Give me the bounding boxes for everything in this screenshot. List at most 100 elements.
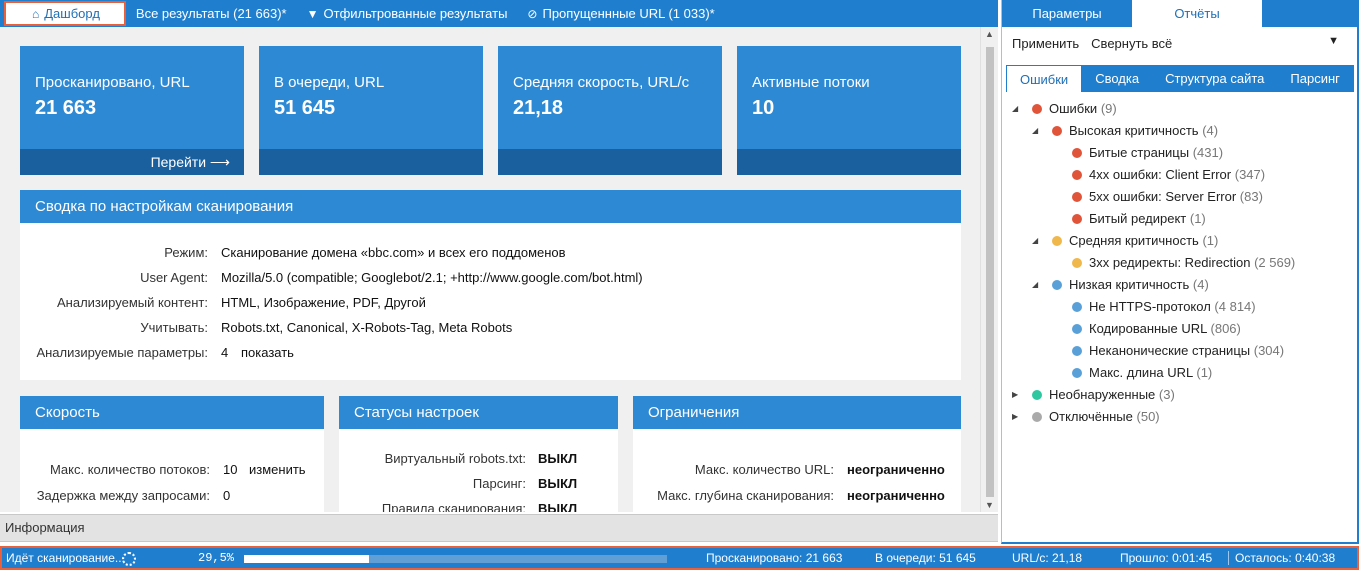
speed-key: Макс. количество потоков:	[49, 462, 210, 477]
collapse-arrow-icon[interactable]: ◢	[1032, 274, 1038, 296]
limits-key: Макс. глубина сканирования:	[657, 488, 834, 503]
tree-node-label: Кодированные URL (806)	[1089, 318, 1241, 340]
tab-parameters[interactable]: Параметры	[1002, 0, 1132, 27]
tree-node[interactable]: ◢ Средняя критичность (1)	[1002, 230, 1354, 252]
settings-value: ВЫКЛ	[538, 451, 578, 466]
change-threads-link[interactable]: изменить	[249, 462, 306, 477]
collapse-all-button[interactable]: Свернуть всё	[1091, 36, 1172, 51]
right-panel: Параметры Отчёты Применить Свернуть всё …	[1001, 0, 1359, 544]
right-toolbar: Применить Свернуть всё ▼	[1002, 27, 1357, 59]
tree-node-label: 4xx ошибки: Client Error (347)	[1089, 164, 1265, 186]
expand-arrow-icon[interactable]: ▶	[1012, 384, 1018, 406]
tree-node-label: Высокая критичность (4)	[1069, 120, 1218, 142]
dropdown-arrow-icon[interactable]: ▼	[1328, 35, 1339, 47]
status-dot-icon	[1072, 302, 1082, 312]
summary-value: Сканирование домена «bbc.com» и всех его…	[221, 245, 566, 260]
scroll-up-icon[interactable]: ▲	[985, 29, 994, 39]
summary-key: Учитывать:	[140, 320, 208, 335]
tree-node-text: Битый редирект	[1089, 211, 1187, 226]
filter-icon: ▼	[306, 6, 319, 21]
tree-node[interactable]: Битые страницы (431)	[1002, 142, 1354, 164]
info-bar[interactable]: Информация	[0, 514, 998, 542]
report-subtabs: Ошибки Сводка Структура сайта Парсинг	[1006, 65, 1354, 92]
tree-node-text: Не HTTPS-протокол	[1089, 299, 1211, 314]
tree-node[interactable]: Неканонические страницы (304)	[1002, 340, 1354, 362]
tree-node[interactable]: ◢ Высокая критичность (4)	[1002, 120, 1354, 142]
limits-panel: Ограничения Макс. количество URL: неогра…	[633, 396, 961, 512]
tree-node-text: 4xx ошибки: Client Error	[1089, 167, 1232, 182]
summary-panel: Сводка по настройкам сканирования Режим:…	[20, 190, 961, 380]
card-caption: Средняя скорость, URL/с	[513, 74, 690, 91]
scrollbar-thumb[interactable]	[986, 47, 994, 497]
scroll-down-icon[interactable]: ▼	[985, 500, 994, 510]
tree-node-text: Необнаруженные	[1049, 387, 1156, 402]
tab-skipped-urls[interactable]: ⊘ Пропущеннные URL (1 033)*	[517, 0, 724, 27]
info-bar-label: Информация	[5, 520, 85, 535]
collapse-arrow-icon[interactable]: ◢	[1032, 230, 1038, 252]
tab-filtered-results[interactable]: ▼ Отфильтрованные результаты	[297, 0, 518, 27]
tree-node[interactable]: ◢ Низкая критичность (4)	[1002, 274, 1354, 296]
settings-value: ВЫКЛ	[538, 501, 578, 512]
tree-node-count: (2 569)	[1254, 255, 1296, 270]
tree-node-count: (347)	[1234, 167, 1266, 182]
tab-reports[interactable]: Отчёты	[1132, 0, 1262, 27]
subtab-parsing[interactable]: Парсинг	[1277, 65, 1353, 92]
expand-arrow-icon[interactable]: ▶	[1012, 406, 1018, 428]
tree-node[interactable]: Макс. длина URL (1)	[1002, 362, 1354, 384]
tree-node-text: Битые страницы	[1089, 145, 1190, 160]
tab-dashboard-label: Дашборд	[44, 6, 100, 21]
card-footer: Перейти ⟶	[20, 149, 244, 175]
status-dot-icon	[1052, 280, 1062, 290]
apply-button[interactable]: Применить	[1012, 36, 1079, 51]
tree-node[interactable]: 3xx редиректы: Redirection (2 569)	[1002, 252, 1354, 274]
tree-node-text: Средняя критичность	[1069, 233, 1199, 248]
status-bar: Идёт сканирование... 29,5% Просканирован…	[0, 546, 1359, 570]
tree-node-label: Не HTTPS-протокол (4 814)	[1089, 296, 1256, 318]
tree-node-label: Макс. длина URL (1)	[1089, 362, 1212, 384]
tree-node[interactable]: Не HTTPS-протокол (4 814)	[1002, 296, 1354, 318]
settings-key: Парсинг:	[472, 476, 526, 491]
tree-node-text: Макс. длина URL	[1089, 365, 1193, 380]
tree-node[interactable]: Кодированные URL (806)	[1002, 318, 1354, 340]
tree-node[interactable]: Битый редирект (1)	[1002, 208, 1354, 230]
go-link[interactable]: Перейти ⟶	[151, 154, 230, 171]
tab-dashboard[interactable]: ⌂ Дашборд	[4, 1, 126, 26]
tree-node-count: (50)	[1136, 409, 1160, 424]
card-footer	[737, 149, 961, 175]
card-caption: В очереди, URL	[274, 74, 385, 91]
tree-node[interactable]: 5xx ошибки: Server Error (83)	[1002, 186, 1354, 208]
elapsed-time: Прошло: 0:01:45	[1120, 551, 1213, 565]
error-tree: ◢ Ошибки (9) ◢ Высокая критичность (4) Битые…	[1002, 98, 1354, 428]
card-footer	[498, 149, 722, 175]
speed-value: 10	[223, 462, 238, 477]
url-rate: URL/с: 21,18	[1012, 551, 1083, 565]
tree-node[interactable]: 4xx ошибки: Client Error (347)	[1002, 164, 1354, 186]
tree-node-text: Высокая критичность	[1069, 123, 1199, 138]
tree-node[interactable]: ▶ Необнаруженные (3)	[1002, 384, 1354, 406]
tree-node-count: (9)	[1100, 101, 1117, 116]
subtab-site-structure[interactable]: Структура сайта	[1152, 65, 1277, 92]
stat-cards: Просканировано, URL 21 663 Перейти ⟶ В о…	[20, 46, 961, 175]
app-window: ⌂ Дашборд Все результаты (21 663)* ▼ Отф…	[0, 0, 1359, 570]
collapse-arrow-icon[interactable]: ◢	[1032, 120, 1038, 142]
settings-value: ВЫКЛ	[538, 476, 578, 491]
tree-node[interactable]: ▶ Отключённые (50)	[1002, 406, 1354, 428]
home-icon: ⌂	[32, 6, 40, 21]
summary-key: Анализируемые параметры:	[36, 345, 208, 360]
tree-node[interactable]: ◢ Ошибки (9)	[1002, 98, 1354, 120]
collapse-arrow-icon[interactable]: ◢	[1012, 98, 1018, 120]
show-params-link[interactable]: показать	[241, 345, 294, 360]
tab-all-results-label: Все результаты (21 663)*	[135, 6, 287, 21]
tree-node-text: 5xx ошибки: Server Error	[1089, 189, 1237, 204]
tree-node-count: (1)	[1189, 211, 1206, 226]
tab-all-results[interactable]: Все результаты (21 663)*	[126, 0, 297, 27]
settings-key: Правила сканирования:	[381, 501, 526, 512]
settings-status-panel: Статусы настроек Виртуальный robots.txt:…	[339, 396, 618, 512]
top-tab-bar: ⌂ Дашборд Все результаты (21 663)* ▼ Отф…	[0, 0, 998, 27]
subtab-errors[interactable]: Ошибки	[1006, 65, 1083, 92]
status-dot-icon	[1072, 170, 1082, 180]
speed-value: 0	[223, 488, 231, 503]
status-dot-icon	[1072, 346, 1082, 356]
subtab-summary[interactable]: Сводка	[1082, 65, 1152, 92]
vertical-scrollbar[interactable]: ▲ ▼	[980, 27, 998, 512]
